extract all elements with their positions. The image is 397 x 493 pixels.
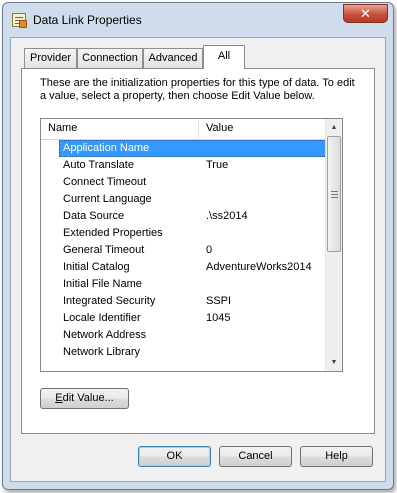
column-divider[interactable] — [198, 119, 199, 139]
table-row[interactable]: Connect Timeout — [41, 174, 327, 191]
table-row[interactable]: Network Library — [41, 344, 327, 361]
window-title: Data Link Properties — [33, 13, 142, 27]
help-button[interactable]: Help — [300, 446, 373, 467]
cancel-button[interactable]: Cancel — [219, 446, 292, 467]
properties-list[interactable]: Name Value Application Name Auto Translat… — [40, 118, 343, 372]
table-row[interactable]: Network Address — [41, 327, 327, 344]
edit-value-label: dit Value... — [62, 392, 114, 404]
description-text: These are the initialization properties … — [40, 77, 355, 102]
title-bar[interactable]: Data Link Properties ✕ — [3, 3, 393, 37]
property-value: 0 — [206, 244, 213, 256]
thumb-grip-line — [331, 197, 338, 198]
property-value: True — [206, 159, 229, 171]
property-name: Data Source — [63, 210, 125, 222]
vertical-scrollbar[interactable]: ▲ ▼ — [325, 119, 342, 371]
table-row[interactable]: Data Source .\ss2014 — [41, 208, 327, 225]
property-name: General Timeout — [63, 244, 145, 256]
data-link-icon — [12, 13, 27, 28]
table-row[interactable]: Initial File Name — [41, 276, 327, 293]
dialog-client-area: Provider Connection Advanced All These a… — [10, 37, 386, 482]
property-value: 1045 — [206, 312, 231, 324]
property-name: Connect Timeout — [63, 176, 147, 188]
ok-button[interactable]: OK — [138, 446, 211, 467]
tab-provider[interactable]: Provider — [24, 48, 77, 68]
property-name: Initial File Name — [63, 278, 142, 290]
table-row[interactable]: Application Name — [41, 140, 339, 157]
edit-value-mnemonic: E — [55, 392, 63, 404]
dialog-window: Data Link Properties ✕ Provider Connecti… — [2, 2, 394, 490]
table-row[interactable]: Current Language — [41, 191, 327, 208]
property-value: AdventureWorks2014 — [206, 261, 312, 273]
tab-advanced[interactable]: Advanced — [143, 48, 203, 68]
thumb-grip-line — [331, 194, 338, 195]
table-row[interactable]: General Timeout 0 — [41, 242, 327, 259]
close-icon: ✕ — [360, 6, 371, 21]
scroll-up-arrow-icon[interactable]: ▲ — [326, 119, 342, 136]
list-header: Name Value — [41, 119, 327, 140]
property-name: Locale Identifier — [63, 312, 141, 324]
property-name: Network Library — [63, 346, 141, 358]
table-row[interactable]: Extended Properties — [41, 225, 327, 242]
tab-all[interactable]: All — [203, 45, 245, 69]
property-name: Application Name — [59, 140, 339, 157]
table-row[interactable]: Locale Identifier 1045 — [41, 310, 327, 327]
table-row[interactable]: Auto Translate True — [41, 157, 327, 174]
property-name: Integrated Security — [63, 295, 156, 307]
property-name: Extended Properties — [63, 227, 163, 239]
scroll-down-arrow-icon[interactable]: ▼ — [326, 354, 342, 371]
thumb-grip-line — [331, 191, 338, 192]
edit-value-button[interactable]: Edit Value... — [40, 388, 129, 409]
column-header-value[interactable]: Value — [206, 122, 233, 134]
property-name: Network Address — [63, 329, 147, 341]
scrollbar-thumb[interactable] — [327, 136, 341, 252]
tab-connection[interactable]: Connection — [77, 48, 143, 68]
close-button[interactable]: ✕ — [343, 4, 388, 23]
column-header-name[interactable]: Name — [48, 122, 77, 134]
property-value: SSPI — [206, 295, 232, 307]
table-row[interactable]: Integrated Security SSPI — [41, 293, 327, 310]
property-name: Current Language — [63, 193, 152, 205]
tab-panel-all: These are the initialization properties … — [21, 68, 375, 434]
property-name: Auto Translate — [63, 159, 134, 171]
table-row[interactable]: Initial Catalog AdventureWorks2014 — [41, 259, 327, 276]
property-value: .\ss2014 — [206, 210, 248, 222]
